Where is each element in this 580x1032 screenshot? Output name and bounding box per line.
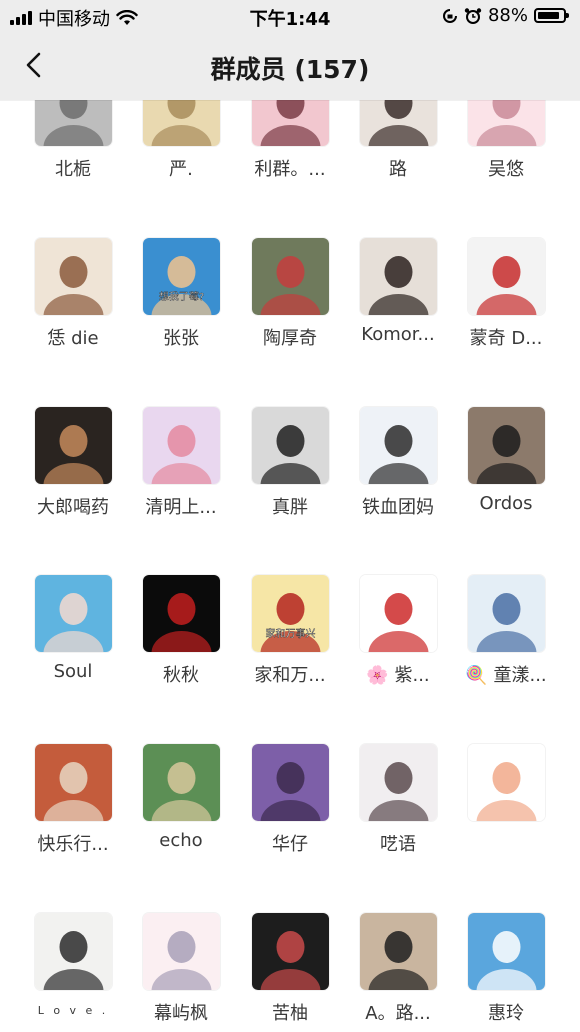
member-avatar <box>142 744 220 821</box>
member-name: 真胖 <box>272 497 308 518</box>
member-item[interactable]: 快乐行... <box>23 744 123 856</box>
member-avatar <box>359 913 437 990</box>
member-item[interactable]: 苦柚 <box>240 913 340 1025</box>
member-name: Soul <box>53 661 93 682</box>
member-name: 清明上... <box>145 497 217 518</box>
member-avatar <box>467 744 545 821</box>
member-item[interactable]: 大郎喝药 <box>23 407 123 519</box>
member-name: 铁血团妈 <box>362 497 434 518</box>
member-avatar <box>467 407 545 484</box>
member-name: 蒙奇 D... <box>469 328 543 349</box>
member-avatar <box>251 238 329 315</box>
member-name: 苦柚 <box>272 1003 308 1024</box>
member-item[interactable] <box>456 744 556 830</box>
member-name: 幕屿枫 <box>154 1003 208 1024</box>
page-title: 群成员 (157) <box>210 55 370 84</box>
member-item[interactable]: 家和万事兴家和万... <box>240 575 340 687</box>
member-name: 陶厚奇 <box>263 328 317 349</box>
member-avatar <box>359 407 437 484</box>
member-item[interactable]: 真胖 <box>240 407 340 519</box>
member-avatar <box>34 238 112 315</box>
member-item[interactable]: 幕屿枫 <box>131 913 231 1025</box>
member-name: 华仔 <box>272 834 308 855</box>
member-name: 恁 die <box>47 328 99 349</box>
member-item[interactable]: echo <box>131 744 231 851</box>
member-name: 北栀 <box>55 159 91 180</box>
member-item[interactable]: L o v e . <box>23 913 123 1017</box>
member-name: 呓语 <box>380 834 416 855</box>
member-name: 家和万... <box>254 665 326 686</box>
member-avatar <box>142 575 220 652</box>
member-item[interactable]: 铁血团妈 <box>348 407 448 519</box>
member-item[interactable]: 蒙奇 D... <box>456 238 556 350</box>
member-name: 路 <box>389 159 407 180</box>
member-item[interactable]: Ordos <box>456 407 556 514</box>
member-name: 吴悠 <box>488 159 524 180</box>
nav-bar: 群成员 (157) <box>0 32 580 100</box>
member-name: echo <box>159 830 203 851</box>
member-avatar: 想我了莓? <box>142 238 220 315</box>
member-name: Ordos <box>479 493 533 514</box>
member-avatar <box>142 913 220 990</box>
member-name: 🌸 紫... <box>366 665 430 686</box>
member-item[interactable]: 呓语 <box>348 744 448 856</box>
member-item[interactable]: 🌸 紫... <box>348 575 448 687</box>
member-item[interactable]: 惠玲 <box>456 913 556 1025</box>
member-avatar <box>359 575 437 652</box>
member-name: 张张 <box>163 328 199 349</box>
member-name: 快乐行... <box>37 834 109 855</box>
member-name: 严. <box>169 159 193 180</box>
member-name: A。路... <box>365 1003 431 1024</box>
member-item[interactable]: A。路... <box>348 913 448 1025</box>
member-item[interactable]: 清明上... <box>131 407 231 519</box>
member-name: 🍭 童漾... <box>465 665 547 686</box>
member-item[interactable]: Komor... <box>348 238 448 345</box>
member-avatar <box>467 238 545 315</box>
member-avatar <box>142 407 220 484</box>
member-avatar <box>251 407 329 484</box>
member-avatar <box>359 744 437 821</box>
member-avatar <box>359 238 437 315</box>
member-avatar <box>467 575 545 652</box>
member-item[interactable]: 恁 die <box>23 238 123 350</box>
member-name: L o v e . <box>37 1004 109 1017</box>
member-name: Komor... <box>361 324 435 345</box>
member-avatar <box>34 744 112 821</box>
member-item[interactable]: Soul <box>23 575 123 682</box>
member-item[interactable]: 华仔 <box>240 744 340 856</box>
avatar-overlay-text: 家和万事兴 <box>265 627 315 640</box>
member-avatar <box>34 913 112 990</box>
member-item[interactable]: 秋秋 <box>131 575 231 687</box>
member-name: 利群。... <box>254 159 326 180</box>
avatar-overlay-text: 想我了莓? <box>158 290 203 303</box>
member-avatar <box>467 913 545 990</box>
member-name: 大郎喝药 <box>37 497 109 518</box>
member-avatar <box>34 575 112 652</box>
member-grid: 北栀 严. 利群。... 路 吴悠 恁 die 想我了莓? 张张 陶厚奇 Komo… <box>0 0 580 1032</box>
member-avatar <box>34 407 112 484</box>
member-item[interactable]: 🍭 童漾... <box>456 575 556 687</box>
member-avatar <box>251 744 329 821</box>
member-item[interactable]: 想我了莓? 张张 <box>131 238 231 350</box>
member-name: 秋秋 <box>163 665 199 686</box>
member-item[interactable]: 陶厚奇 <box>240 238 340 350</box>
member-avatar <box>251 913 329 990</box>
member-name: 惠玲 <box>488 1003 524 1024</box>
member-avatar: 家和万事兴 <box>251 575 329 652</box>
